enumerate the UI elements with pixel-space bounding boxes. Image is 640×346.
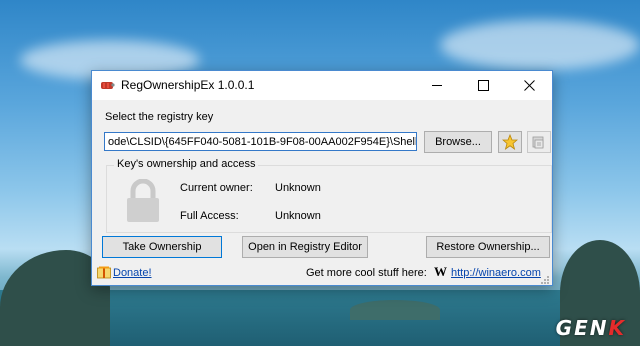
ownership-group-title: Key's ownership and access [114, 158, 259, 170]
app-window: RegOwnershipEx 1.0.0.1 Select the regist… [91, 70, 553, 286]
close-button[interactable] [506, 71, 552, 100]
maximize-icon [477, 80, 489, 91]
title-bar[interactable]: RegOwnershipEx 1.0.0.1 [92, 71, 552, 100]
favorites-list-button[interactable] [527, 131, 551, 153]
window-title: RegOwnershipEx 1.0.0.1 [121, 78, 255, 92]
status-bar: Donate! Get more cool stuff here: W http… [92, 260, 552, 285]
full-access-value: Unknown [275, 210, 321, 222]
maximize-button[interactable] [460, 71, 506, 100]
resize-grip-icon[interactable] [540, 275, 550, 285]
registry-key-input[interactable]: ode\CLSID\{645FF040-5081-101B-9F08-00AA0… [104, 132, 417, 151]
watermark: GENK [555, 316, 626, 340]
donate-link[interactable]: Donate! [113, 267, 152, 279]
ownership-group [106, 165, 552, 233]
current-owner-value: Unknown [275, 182, 321, 194]
minimize-icon [432, 85, 442, 86]
full-access-label: Full Access: [180, 210, 239, 222]
island-distant [350, 300, 440, 320]
current-owner-label: Current owner: [180, 182, 253, 194]
close-icon [523, 80, 535, 91]
favorites-list-icon [532, 136, 544, 149]
promo-text: Get more cool stuff here: [306, 267, 427, 279]
browse-button[interactable]: Browse... [424, 131, 492, 153]
winaero-link[interactable]: http://winaero.com [451, 267, 541, 279]
padlock-icon [127, 179, 159, 222]
minimize-button[interactable] [414, 71, 460, 100]
app-icon [101, 82, 115, 89]
add-favorite-button[interactable] [498, 131, 522, 153]
take-ownership-button[interactable]: Take Ownership [102, 236, 222, 258]
star-icon [502, 134, 518, 150]
donate-icon [97, 266, 111, 279]
cloud [440, 20, 640, 70]
select-key-label: Select the registry key [105, 111, 214, 123]
winaero-logo-icon: W [434, 264, 447, 279]
open-registry-editor-button[interactable]: Open in Registry Editor [242, 236, 368, 258]
restore-ownership-button[interactable]: Restore Ownership... [426, 236, 550, 258]
